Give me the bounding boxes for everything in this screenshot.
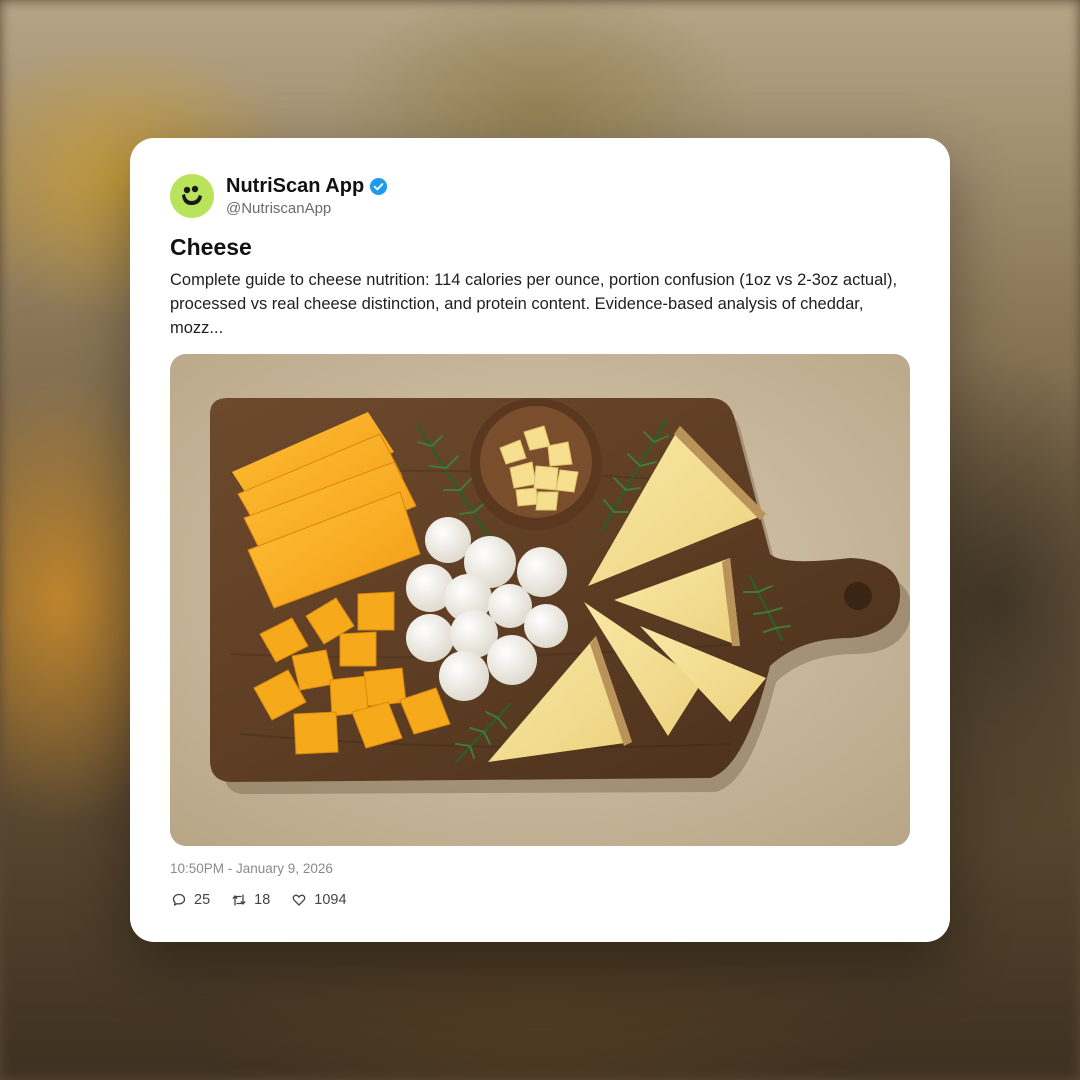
retweet-button[interactable]: 18 xyxy=(232,892,270,908)
like-button[interactable]: 1094 xyxy=(292,892,347,908)
post-body: Complete guide to cheese nutrition: 114 … xyxy=(170,271,898,337)
heart-icon xyxy=(292,894,306,906)
post-timestamp[interactable]: 10:50PM - January 9, 2026 xyxy=(170,861,333,876)
retweet-count: 18 xyxy=(254,892,271,908)
post-image[interactable] xyxy=(170,354,910,846)
nutriscan-logo-icon xyxy=(182,185,202,206)
post-header: NutriScan App @NutriscanApp xyxy=(170,174,388,218)
author-name[interactable]: NutriScan App xyxy=(226,175,364,198)
post-actions: 25 18 1094 xyxy=(172,892,369,908)
author-handle[interactable]: @NutriscanApp xyxy=(226,200,388,217)
reply-count: 25 xyxy=(194,892,211,908)
cheese-board-illustration xyxy=(170,354,910,846)
post-title: Cheese xyxy=(170,234,252,260)
verified-badge-icon xyxy=(370,177,388,196)
avatar[interactable] xyxy=(170,174,214,218)
reply-button[interactable]: 25 xyxy=(172,892,210,908)
retweet-icon xyxy=(232,894,246,906)
comment-icon xyxy=(172,893,186,906)
like-count: 1094 xyxy=(314,892,347,908)
post-card: NutriScan App @NutriscanApp Cheese Compl… xyxy=(130,138,950,942)
